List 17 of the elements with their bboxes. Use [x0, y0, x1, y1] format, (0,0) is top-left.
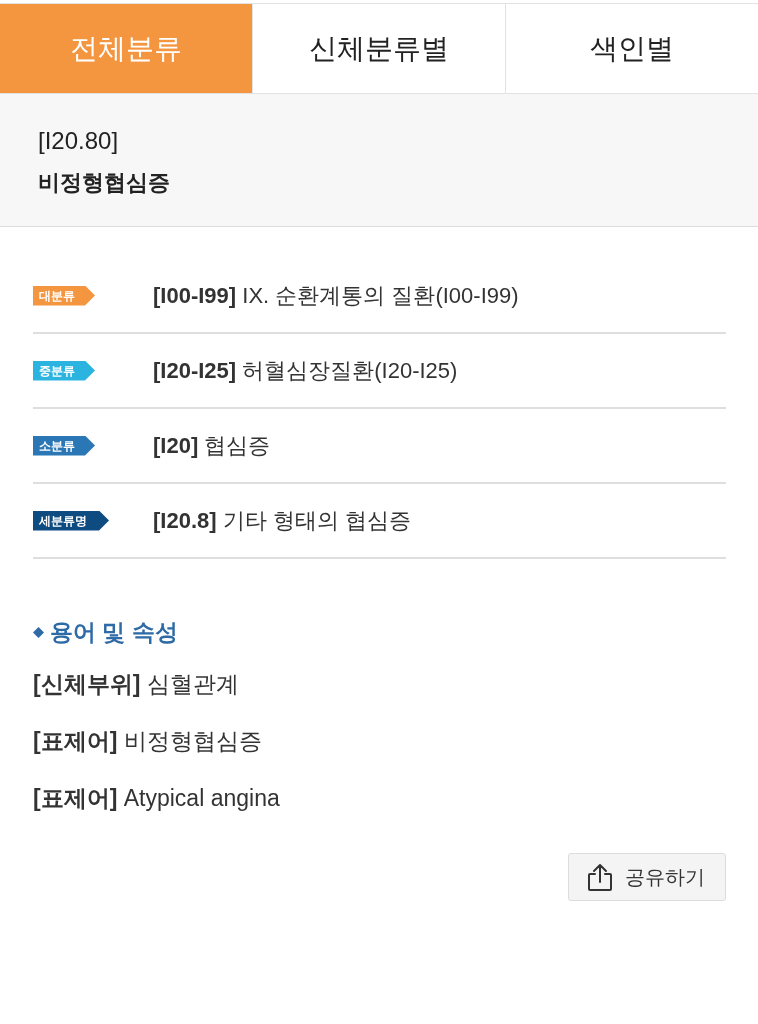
category-text[interactable]: [I00-I99] IX. 순환계통의 질환(I00-I99): [153, 280, 519, 311]
level-tag: 대분류: [33, 285, 95, 306]
share-button[interactable]: 공유하기: [568, 853, 726, 901]
code-name: 비정형협심증: [38, 169, 171, 197]
category-text[interactable]: [I20] 협심증: [153, 430, 271, 461]
category-text[interactable]: [I20-I25] 허혈심장질환(I20-I25): [153, 355, 458, 386]
code-text: [I20.80]: [38, 126, 120, 156]
level-tag: 세분류명: [33, 510, 109, 531]
term-text: [신체부위] 심혈관계: [33, 670, 240, 699]
diamond-icon: [33, 626, 44, 638]
share-icon: [587, 863, 613, 891]
level-tag: 중분류: [33, 360, 95, 381]
level-tag: 소분류: [33, 435, 95, 456]
term-text: [표제어] 비정형협심증: [33, 727, 263, 756]
term-text: [표제어] Atypical angina: [33, 784, 281, 813]
category-text[interactable]: [I20.8] 기타 형태의 협심증: [153, 505, 411, 536]
section-heading: 용어 및 속성: [50, 617, 178, 647]
